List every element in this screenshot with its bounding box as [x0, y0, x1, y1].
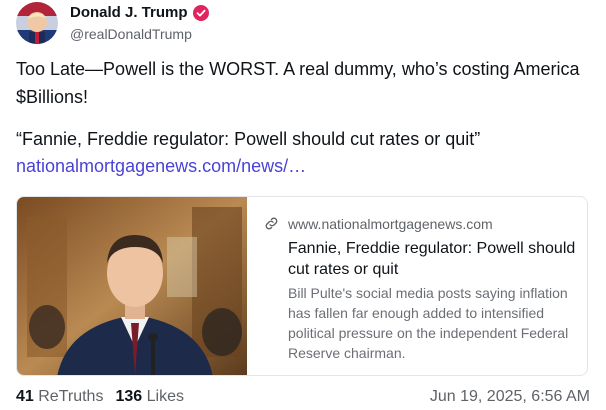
avatar-image [16, 2, 58, 44]
likes-count: 136 [115, 388, 143, 405]
post-stats: 41 ReTruths 136 Likes [16, 388, 184, 406]
card-photo [17, 197, 247, 375]
link-icon [265, 217, 278, 230]
retruths-count: 41 [16, 388, 34, 405]
card-description: Bill Pulte's social media posts saying i… [288, 285, 569, 361]
author-avatar[interactable] [16, 2, 58, 44]
post-quote: “Fannie, Freddie regulator: Powell shoul… [16, 129, 481, 149]
card-title: Fannie, Freddie regulator: Powell should… [288, 240, 576, 278]
author-name[interactable]: Donald J. Trump [70, 4, 209, 21]
card-domain: www.nationalmortgagenews.com [263, 215, 493, 232]
likes-stat[interactable]: 136 Likes [115, 388, 184, 406]
card-image [17, 197, 247, 375]
truth-post: Donald J. Trump @realDonaldTrump Too Lat… [0, 0, 606, 410]
post-timestamp[interactable]: Jun 19, 2025, 6:56 AM [430, 388, 590, 406]
post-text: Too Late—Powell is the WORST. A real dum… [16, 59, 580, 107]
retruths-label: ReTruths [38, 388, 104, 405]
post-link[interactable]: nationalmortgagenews.com/news/… [16, 153, 306, 179]
likes-label: Likes [146, 388, 184, 405]
link-preview-card[interactable]: www.nationalmortgagenews.com Fannie, Fre… [16, 196, 588, 376]
retruths-stat[interactable]: 41 ReTruths [16, 388, 103, 406]
card-domain-text: www.nationalmortgagenews.com [288, 215, 493, 232]
author-handle[interactable]: @realDonaldTrump [70, 26, 192, 42]
author-name-text: Donald J. Trump [70, 4, 188, 21]
verified-badge-icon [192, 4, 209, 21]
